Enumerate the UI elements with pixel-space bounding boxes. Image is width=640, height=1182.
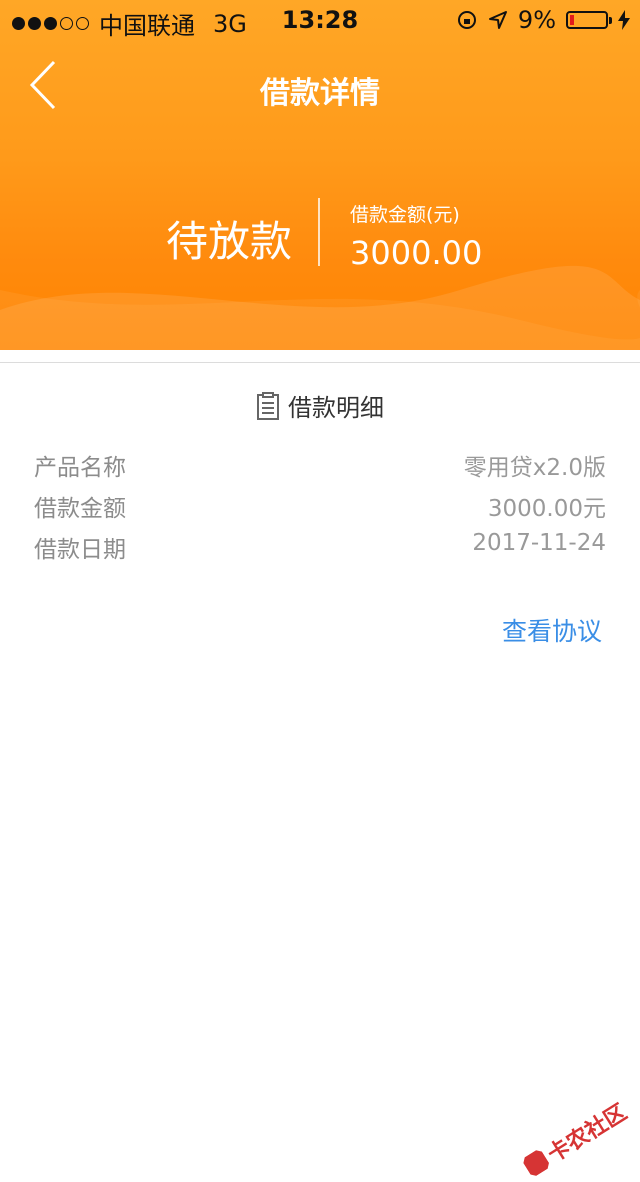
watermark: 卡农社区 — [518, 1095, 632, 1182]
summary-divider — [318, 198, 320, 266]
header-banner — [0, 0, 640, 350]
detail-row-date: 借款日期 2017-11-24 — [34, 530, 606, 564]
rotation-lock-icon — [457, 11, 476, 29]
details-title: 借款明细 — [288, 394, 384, 422]
detail-value: 零用贷x2.0版 — [463, 455, 606, 481]
battery-percent: 9% — [517, 6, 556, 34]
wave-decoration — [0, 265, 640, 350]
amount-value: 3000.00 — [350, 234, 483, 272]
detail-label: 借款日期 — [34, 537, 126, 563]
loan-status: 待放款 — [166, 217, 293, 266]
watermark-text: 卡农社区 — [543, 1099, 632, 1168]
detail-row-amount: 借款金额 3000.00元 — [34, 489, 606, 523]
view-agreement-link[interactable]: 查看协议 — [502, 612, 602, 648]
status-bar: 中国联通 3G 13:28 9% — [0, 0, 640, 40]
detail-value: 2017-11-24 — [472, 530, 606, 556]
detail-label: 借款金额 — [34, 496, 126, 522]
detail-label: 产品名称 — [34, 455, 126, 481]
amount-label: 借款金额(元) — [350, 204, 460, 226]
page-title: 借款详情 — [260, 76, 380, 111]
detail-row-product: 产品名称 零用贷x2.0版 — [34, 448, 606, 482]
detail-value: 3000.00元 — [487, 496, 606, 522]
battery-icon — [566, 11, 612, 29]
clipboard-icon — [257, 391, 279, 420]
charging-bolt-icon — [618, 10, 630, 30]
details-heading: 借款明细 — [0, 388, 640, 423]
location-arrow-icon — [488, 11, 507, 29]
section-divider — [0, 362, 640, 363]
